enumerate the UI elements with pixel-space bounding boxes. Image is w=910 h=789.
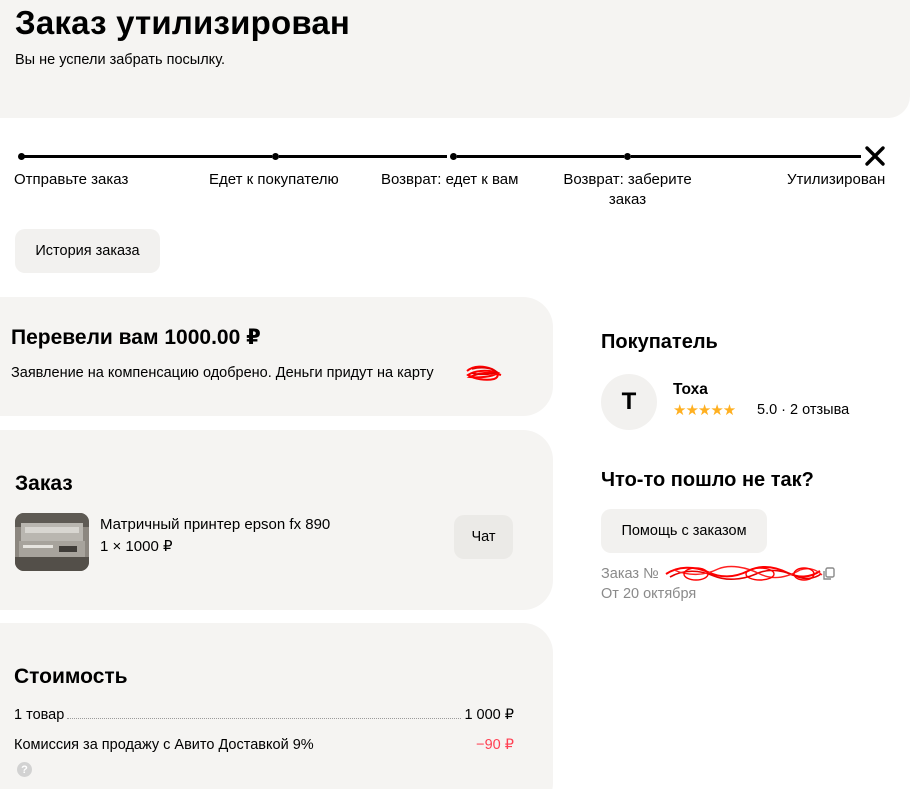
order-title: Заказ — [15, 472, 73, 495]
redaction-scribble — [665, 565, 823, 581]
step-line — [631, 155, 861, 158]
dotted-leader — [67, 707, 462, 719]
order-number-label: Заказ № — [601, 566, 659, 582]
header-panel: Заказ утилизирован Вы не успели забрать … — [0, 0, 910, 118]
avatar[interactable]: Т — [601, 374, 657, 430]
printer-image — [15, 513, 89, 571]
buyer-title: Покупатель — [601, 331, 718, 353]
product-qty-price: 1 × 1000 ₽ — [100, 538, 173, 555]
step-line — [22, 155, 272, 158]
rating-stars: ★★★★★ — [673, 402, 736, 419]
order-history-button[interactable]: История заказа — [15, 229, 160, 273]
cost-row-label: 1 товар — [14, 707, 65, 723]
product-image[interactable] — [15, 513, 89, 571]
step-dot — [450, 153, 457, 160]
step-label-send: Отправьте заказ — [14, 171, 129, 188]
cost-row-label: Комиссия за продажу с Авито Доставкой 9% — [14, 737, 314, 753]
order-help-button[interactable]: Помощь с заказом — [601, 509, 767, 553]
page-title: Заказ утилизирован — [15, 4, 351, 41]
step-label-return-to-you: Возврат: едет к вам — [381, 171, 519, 188]
buyer-name[interactable]: Тоха — [673, 381, 708, 399]
order-date: От 20 октября — [601, 586, 697, 602]
cost-row: 1 товар 1 000 ₽ — [14, 707, 514, 727]
step-label-return-pickup: Возврат: заберите заказ — [563, 171, 692, 208]
refund-title: Перевели вам 1000.00 ₽ — [11, 326, 261, 349]
dotted-leader — [317, 737, 473, 749]
chat-button[interactable]: Чат — [454, 515, 513, 559]
close-icon — [865, 146, 885, 166]
order-stepper: Отправьте заказ Едет к покупателю Возвра… — [0, 140, 910, 210]
copy-icon[interactable] — [822, 567, 836, 581]
refund-card: Перевели вам 1000.00 ₽ Заявление на комп… — [0, 297, 553, 416]
question-icon[interactable]: ? — [17, 762, 32, 777]
cost-row-value: 1 000 ₽ — [464, 707, 514, 723]
product-name[interactable]: Матричный принтер epson fx 890 — [100, 516, 330, 533]
redaction-scribble — [466, 365, 502, 381]
cost-title: Стоимость — [14, 665, 128, 688]
refund-text: Заявление на компенсацию одобрено. Деньг… — [11, 365, 434, 381]
page-subtitle: Вы не успели забрать посылку. — [15, 52, 226, 68]
problem-title: Что-то пошло не так? — [601, 469, 814, 491]
rating-text[interactable]: 5.0 · 2 отзыва — [757, 402, 849, 418]
step-dot — [624, 153, 631, 160]
step-line — [457, 155, 624, 158]
step-line — [279, 155, 447, 158]
order-card: Заказ Матричный принтер epson fx 890 1 ×… — [0, 430, 553, 610]
cost-row-value: −90 ₽ — [476, 737, 514, 753]
step-label-to-buyer: Едет к покупателю — [209, 171, 339, 188]
cost-card: Стоимость 1 товар 1 000 ₽ Комиссия за пр… — [0, 623, 553, 789]
step-dot — [272, 153, 279, 160]
cost-row: Комиссия за продажу с Авито Доставкой 9%… — [14, 737, 514, 757]
step-label-disposed: Утилизирован — [787, 171, 886, 188]
